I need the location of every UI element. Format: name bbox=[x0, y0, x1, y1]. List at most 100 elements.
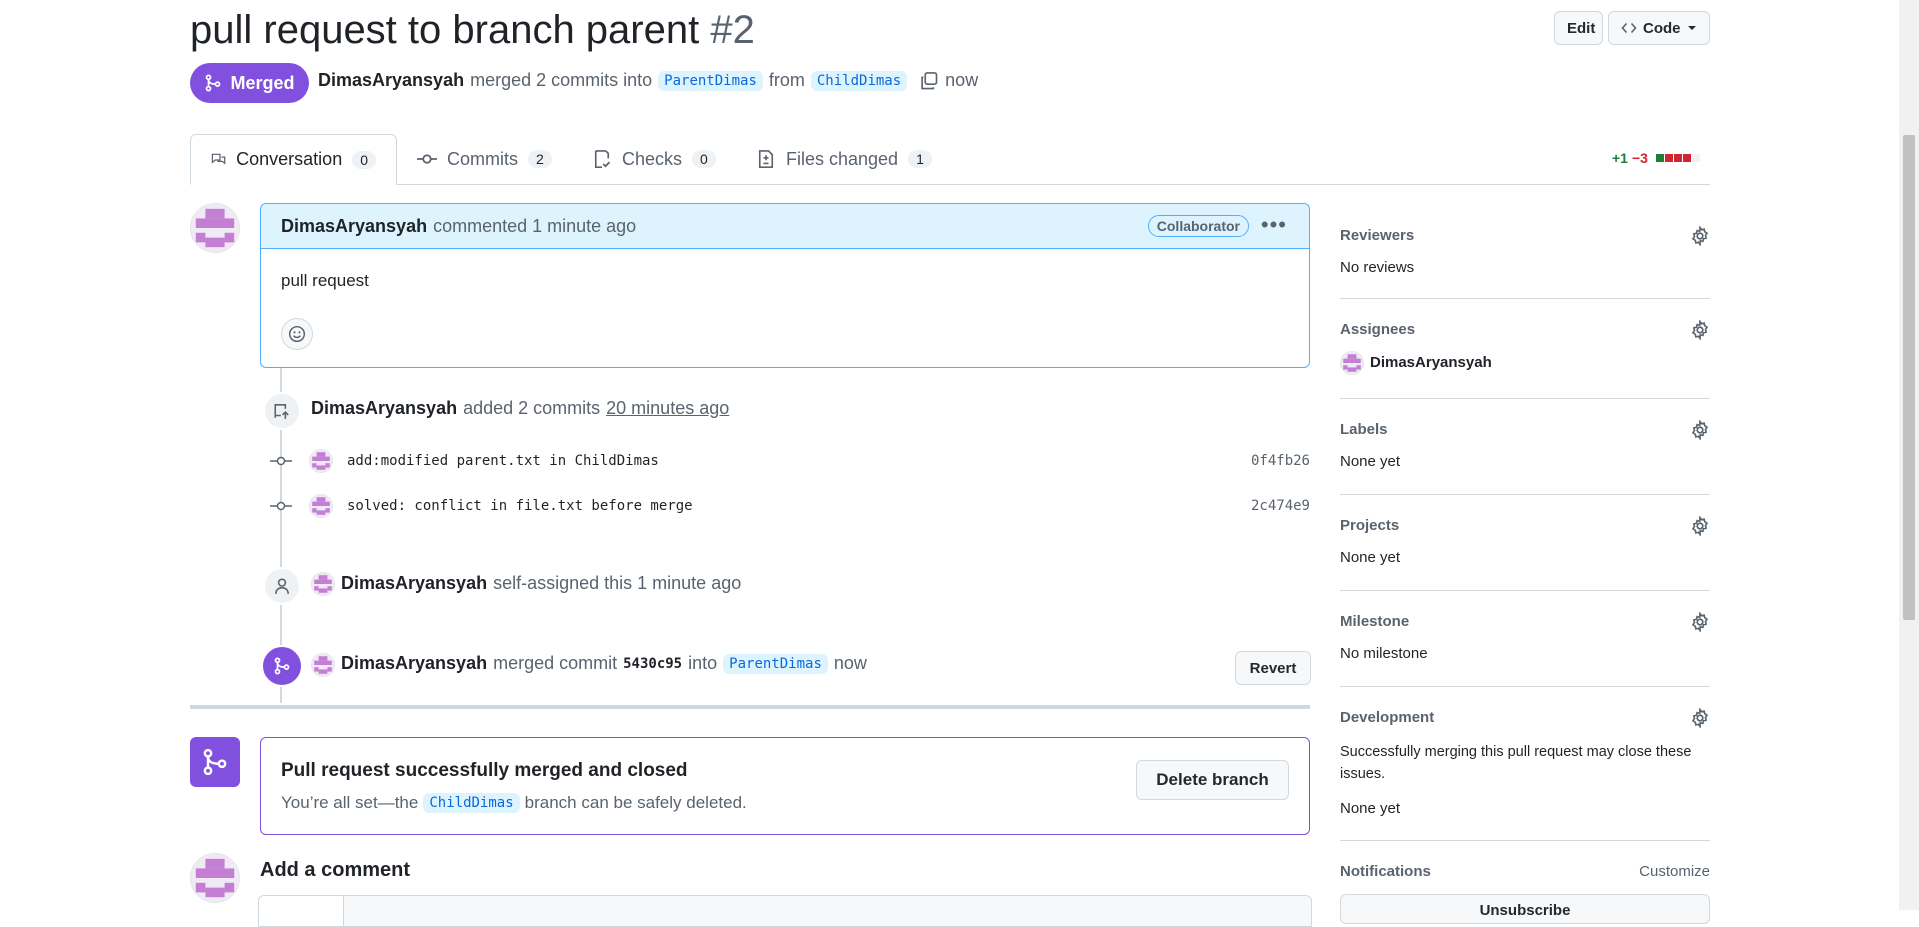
diffstat-square bbox=[1655, 154, 1664, 162]
diffstat-deletions: −3 bbox=[1631, 150, 1648, 166]
event-author-link[interactable]: DimasAryansyah bbox=[311, 398, 457, 419]
sidebar-assignees: Assignees DimasAryansyah bbox=[1340, 298, 1710, 399]
avatar[interactable] bbox=[311, 653, 335, 677]
sidebar-heading: Development bbox=[1340, 709, 1435, 726]
commit-message-link[interactable]: add:modified parent.txt in ChildDimas bbox=[347, 453, 659, 469]
gear-icon[interactable] bbox=[1690, 516, 1710, 536]
development-description: Successfully merging this pull request m… bbox=[1340, 744, 1692, 782]
identicon-image bbox=[310, 495, 332, 517]
unsubscribe-button[interactable]: Unsubscribe bbox=[1340, 894, 1710, 924]
git-commit-icon bbox=[270, 501, 292, 511]
event-author-link[interactable]: DimasAryansyah bbox=[341, 573, 487, 594]
diffstat-square bbox=[1673, 154, 1682, 162]
git-merge-icon bbox=[203, 748, 227, 776]
tab-conversation[interactable]: Conversation 0 bbox=[190, 134, 397, 185]
comment-discussion-icon bbox=[211, 153, 226, 165]
tab-checks[interactable]: Checks 0 bbox=[572, 134, 736, 184]
edit-button[interactable]: Edit bbox=[1554, 11, 1603, 45]
pr-description-comment: DimasAryansyah commented 1 minute ago Co… bbox=[260, 203, 1310, 368]
editor-write-tab[interactable] bbox=[259, 896, 344, 926]
merged-status-title: Pull request successfully merged and clo… bbox=[281, 760, 688, 781]
avatar[interactable] bbox=[311, 572, 335, 596]
identicon-image bbox=[312, 654, 334, 676]
edit-button-label: Edit bbox=[1567, 19, 1596, 37]
merged-state-badge: Merged bbox=[190, 63, 309, 103]
commit-message-link[interactable]: solved: conflict in file.txt before merg… bbox=[347, 498, 693, 514]
avatar[interactable] bbox=[190, 203, 240, 253]
page-scrollbar[interactable] bbox=[1899, 0, 1919, 910]
sidebar-value: None yet bbox=[1340, 800, 1401, 817]
gear-icon[interactable] bbox=[1690, 708, 1710, 728]
revert-button-label: Revert bbox=[1249, 659, 1297, 677]
tab-commits-label: Commits bbox=[447, 148, 518, 169]
copy-icon[interactable] bbox=[919, 71, 939, 91]
avatar[interactable] bbox=[309, 494, 333, 518]
add-reaction-button[interactable] bbox=[281, 318, 313, 350]
event-action: added 2 commits bbox=[463, 398, 601, 418]
sidebar-labels: Labels None yet bbox=[1340, 398, 1710, 495]
gear-icon[interactable] bbox=[1690, 226, 1710, 246]
commit-sha-link[interactable]: 0f4fb26 bbox=[1251, 453, 1310, 469]
pr-meta: DimasAryansyah merged 2 commits into Par… bbox=[318, 70, 978, 91]
sidebar-value: No reviews bbox=[1340, 259, 1415, 276]
comment-body: pull request bbox=[281, 271, 369, 290]
diffstat-square bbox=[1682, 154, 1691, 162]
pr-number: #2 bbox=[710, 8, 755, 52]
kebab-menu-icon[interactable]: ••• bbox=[1261, 212, 1287, 238]
avatar[interactable] bbox=[1340, 351, 1364, 375]
pr-author-link[interactable]: DimasAryansyah bbox=[318, 70, 464, 91]
person-icon bbox=[275, 578, 289, 594]
base-branch-tag[interactable]: ParentDimas bbox=[658, 70, 763, 91]
from-text: from bbox=[768, 70, 805, 90]
sidebar-milestone: Milestone No milestone bbox=[1340, 590, 1710, 687]
code-button-label: Code bbox=[1643, 19, 1681, 37]
head-branch-tag[interactable]: ChildDimas bbox=[423, 793, 520, 813]
event-action: merged commit bbox=[493, 653, 618, 673]
tab-files-changed[interactable]: Files changed 1 bbox=[736, 134, 952, 184]
scrollbar-thumb[interactable] bbox=[1903, 135, 1915, 620]
identicon-image bbox=[310, 450, 332, 472]
comment-author-link[interactable]: DimasAryansyah bbox=[281, 216, 427, 237]
sidebar-heading: Projects bbox=[1340, 517, 1400, 534]
diffstat: +1 −3 bbox=[1612, 150, 1700, 166]
checklist-icon bbox=[594, 150, 611, 168]
merged-sub-suffix: branch can be safely deleted. bbox=[524, 793, 747, 812]
avatar[interactable] bbox=[190, 853, 240, 903]
tab-commits[interactable]: Commits 2 bbox=[397, 134, 572, 184]
git-merge-icon bbox=[206, 74, 221, 92]
merge-commit-sha-link[interactable]: 5430c95 bbox=[623, 656, 682, 672]
merged-event: DimasAryansyah merged commit 5430c95 int… bbox=[341, 653, 867, 674]
timeline-badge-merged bbox=[261, 645, 303, 687]
delete-branch-button[interactable]: Delete branch bbox=[1136, 760, 1289, 800]
timeline-badge bbox=[263, 567, 301, 605]
gear-icon[interactable] bbox=[1690, 320, 1710, 340]
pr-tabs: Conversation 0 Commits 2 Checks 0 Files … bbox=[190, 134, 1710, 185]
tab-conversation-count: 0 bbox=[352, 150, 376, 169]
gear-icon[interactable] bbox=[1690, 612, 1710, 632]
self-assigned-event: DimasAryansyah self-assigned this 1 minu… bbox=[341, 573, 741, 594]
head-branch-tag[interactable]: ChildDimas bbox=[810, 70, 908, 91]
diffstat-bar bbox=[1655, 154, 1700, 162]
event-author-link[interactable]: DimasAryansyah bbox=[341, 653, 487, 674]
smiley-icon bbox=[288, 325, 306, 343]
base-branch-tag[interactable]: ParentDimas bbox=[723, 653, 828, 674]
assignee-link[interactable]: DimasAryansyah bbox=[1370, 354, 1492, 371]
code-button[interactable]: Code bbox=[1608, 11, 1710, 45]
comment-timestamp[interactable]: commented 1 minute ago bbox=[433, 216, 636, 237]
sidebar-notifications: Notifications Customize bbox=[1340, 840, 1710, 890]
identicon-image bbox=[312, 573, 334, 595]
merged-status-box: Pull request successfully merged and clo… bbox=[260, 737, 1310, 835]
sidebar-heading: Assignees bbox=[1340, 321, 1416, 338]
customize-link[interactable]: Customize bbox=[1639, 863, 1710, 880]
diffstat-additions: +1 bbox=[1612, 150, 1628, 166]
event-time-link[interactable]: 20 minutes ago bbox=[606, 398, 729, 419]
gear-icon[interactable] bbox=[1690, 420, 1710, 440]
revert-button[interactable]: Revert bbox=[1235, 651, 1311, 685]
into-text: into bbox=[688, 653, 718, 673]
pr-time: now bbox=[945, 70, 979, 90]
sidebar-value: None yet bbox=[1340, 453, 1401, 470]
avatar[interactable] bbox=[309, 449, 333, 473]
event-time[interactable]: now bbox=[834, 653, 867, 674]
commit-sha-link[interactable]: 2c474e9 bbox=[1251, 498, 1310, 514]
tab-files-changed-label: Files changed bbox=[786, 148, 899, 169]
